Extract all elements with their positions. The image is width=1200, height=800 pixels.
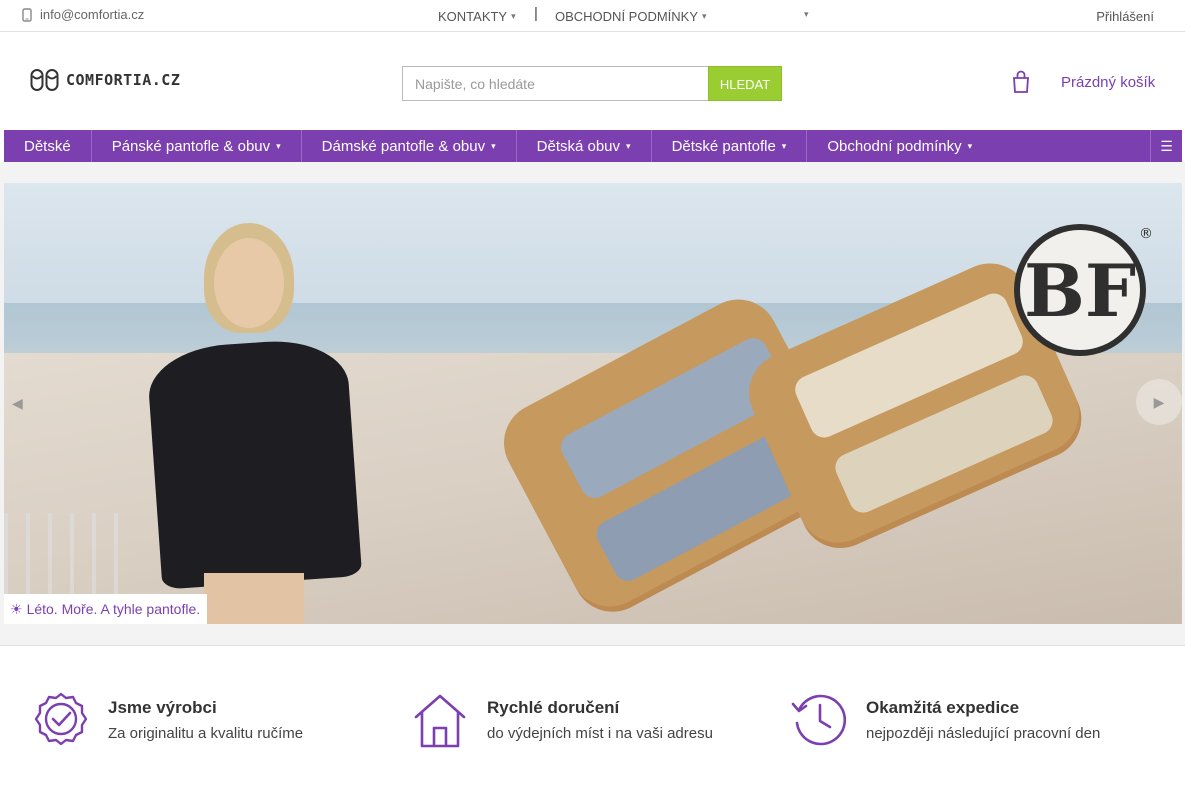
terms-label: OBCHODNÍ PODMÍNKY — [555, 9, 699, 24]
site-logo[interactable]: COMFORTIA.CZ — [30, 68, 180, 92]
sun-icon: ☀ — [10, 600, 23, 617]
banner-caption[interactable]: ☀ Léto. Moře. A tyhle pantofle. — [4, 594, 208, 624]
nav-item-detske[interactable]: Dětské — [4, 130, 92, 162]
nav-item-detske-pantofle[interactable]: Dětské pantofle ▾ — [652, 130, 808, 162]
feature-subtitle: nejpozději následující pracovní den — [866, 725, 1101, 742]
nav-item-label: Dámské pantofle & obuv — [321, 137, 486, 155]
terms-link[interactable]: OBCHODNÍ PODMÍNKY ▾ — [555, 9, 707, 24]
features-row: Jsme výrobci Za originalitu a kvalitu ru… — [0, 690, 1185, 760]
login-link[interactable]: Přihlášení — [1096, 9, 1154, 24]
bf-brand-logo: BF ® — [1014, 224, 1152, 356]
svg-text:®: ® — [1139, 226, 1152, 242]
chevron-down-icon: ▾ — [276, 140, 281, 151]
hamburger-icon[interactable]: ☰ — [1150, 130, 1182, 162]
top-bar: info@comfortia.cz KONTAKTY ▾ | OBCHODNÍ … — [0, 0, 1185, 32]
main-nav: Dětské Pánské pantofle & obuv ▾ Dámské p… — [4, 130, 1182, 162]
email-text: info@comfortia.cz — [40, 7, 145, 22]
cart-icon — [1013, 70, 1029, 93]
nav-item-obchodni-podminky[interactable]: Obchodní podmínky ▾ — [807, 130, 992, 162]
feature-manufacturer: Jsme výrobci Za originalitu a kvalitu ru… — [32, 690, 303, 748]
nav-item-detska-obuv[interactable]: Dětská obuv ▾ — [517, 130, 652, 162]
contacts-link[interactable]: KONTAKTY ▾ — [438, 9, 516, 24]
banner-woman-head — [214, 238, 284, 328]
hero-section: BF ® ◀ ▶ ☀ Léto. Moře. A tyhle pantofle. — [0, 162, 1185, 646]
cart-label: Prázdný košík — [1061, 74, 1156, 91]
cart-link[interactable]: Prázdný košík — [1012, 70, 1155, 94]
chevron-down-icon: ▾ — [511, 11, 516, 21]
slippers-logo-icon — [30, 69, 59, 91]
hero-banner-image[interactable]: BF ® ◀ ▶ — [4, 183, 1182, 624]
contacts-label: KONTAKTY — [438, 9, 508, 24]
nav-item-panske[interactable]: Pánské pantofle & obuv ▾ — [92, 130, 302, 162]
feature-dispatch: Okamžitá expedice nejpozději následující… — [790, 690, 1100, 748]
next-slide-arrow-icon[interactable]: ▶ — [1136, 379, 1182, 425]
home-icon — [414, 694, 466, 748]
prev-slide-arrow-icon[interactable]: ◀ — [12, 395, 23, 412]
banner-caption-text: Léto. Moře. A tyhle pantofle. — [26, 601, 201, 617]
feature-delivery: Rychlé doručení do výdejních míst i na v… — [411, 690, 713, 748]
chevron-down-icon: ▾ — [804, 9, 809, 19]
chevron-down-icon: ▾ — [702, 11, 707, 21]
badge-check-icon — [34, 692, 88, 746]
nav-item-damske[interactable]: Dámské pantofle & obuv ▾ — [302, 130, 517, 162]
logo-text: COMFORTIA.CZ — [66, 71, 181, 89]
chevron-down-icon: ▾ — [781, 140, 787, 151]
email-link[interactable]: info@comfortia.cz — [22, 7, 144, 22]
chevron-down-icon: ▾ — [967, 140, 973, 151]
svg-text:BF: BF — [1024, 248, 1136, 333]
chevron-down-icon: ▾ — [626, 140, 631, 151]
history-clock-icon — [791, 694, 847, 746]
feature-title: Jsme výrobci — [108, 698, 217, 717]
search-button[interactable]: HLEDAT — [708, 66, 782, 101]
feature-title: Rychlé doručení — [487, 698, 620, 717]
feature-subtitle: do výdejních míst i na vaši adresu — [487, 725, 713, 742]
nav-item-label: Pánské pantofle & obuv — [111, 137, 271, 155]
banner-woman-dress — [145, 336, 363, 590]
feature-title: Okamžitá expedice — [866, 698, 1020, 717]
topbar-separator: | — [534, 5, 538, 22]
more-dropdown[interactable]: ▾ — [804, 9, 809, 20]
nav-item-label: Dětská obuv — [536, 137, 621, 155]
chevron-down-icon: ▾ — [491, 140, 496, 151]
phone-icon — [22, 7, 32, 22]
nav-item-label: Dětské pantofle — [671, 137, 776, 155]
nav-item-label: Dětské — [24, 137, 71, 155]
feature-subtitle: Za originalitu a kvalitu ručíme — [108, 725, 304, 742]
nav-item-label: Obchodní podmínky — [827, 137, 962, 155]
search-input[interactable] — [402, 66, 708, 101]
banner-woman-legs — [204, 573, 304, 624]
search-form: HLEDAT — [402, 66, 782, 101]
